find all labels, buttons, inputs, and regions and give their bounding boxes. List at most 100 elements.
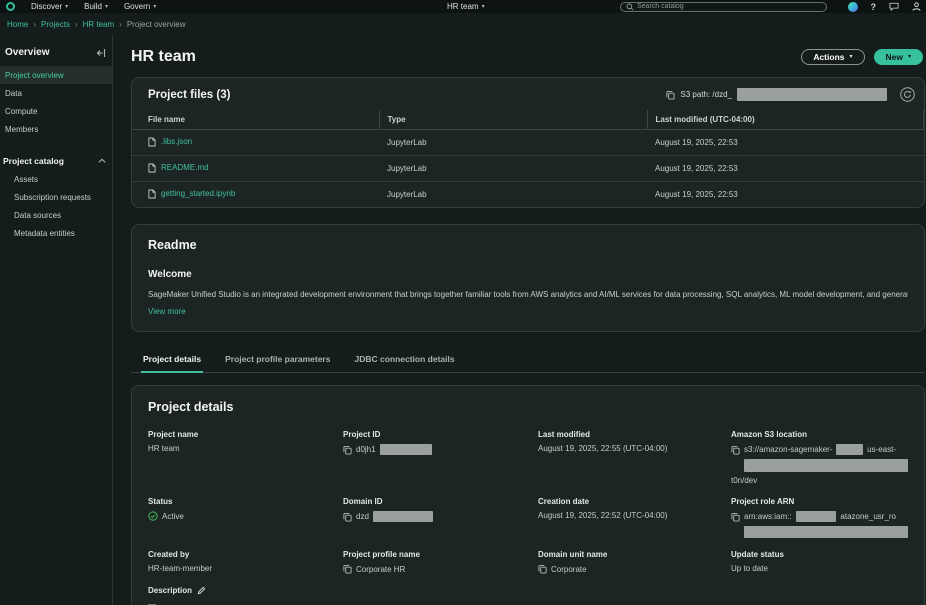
- sidebar-item-data[interactable]: Data: [0, 84, 112, 102]
- actions-button[interactable]: Actions ▾: [801, 49, 865, 65]
- field-s3-location: Amazon S3 location s3://amazon-sagemaker…: [731, 430, 908, 485]
- field-project-profile-name: Project profile name Corporate HR: [343, 550, 420, 574]
- field-update-status: Update status Up to date: [731, 550, 784, 573]
- app-window: Discover ▾ Build ▾ Govern ▾ HR team ▾ Se…: [0, 0, 926, 605]
- top-navigation-bar: Discover ▾ Build ▾ Govern ▾ HR team ▾ Se…: [0, 0, 926, 13]
- field-domain-id: Domain ID dzd: [343, 497, 538, 538]
- project-details-title: Project details: [148, 400, 234, 414]
- breadcrumb-current: Project overview: [126, 19, 186, 29]
- field-project-id: Project ID d0jh1: [343, 430, 538, 485]
- field-description: Description —: [148, 586, 343, 605]
- sidebar-item-compute[interactable]: Compute: [0, 102, 112, 120]
- column-header-type[interactable]: Type: [378, 110, 647, 130]
- breadcrumb-projects[interactable]: Projects: [41, 20, 70, 29]
- tab-project-profile-parameters[interactable]: Project profile parameters: [213, 348, 342, 372]
- sidebar-item-subscription-requests[interactable]: Subscription requests: [0, 188, 112, 206]
- sidebar-item-project-overview[interactable]: Project overview: [0, 66, 112, 84]
- page-title: HR team: [131, 48, 196, 65]
- s3-path-label: S3 path: /dzd_: [680, 90, 732, 99]
- sidebar: Overview Project overview Data Compute M…: [0, 35, 113, 605]
- menu-govern[interactable]: Govern ▾: [124, 2, 156, 11]
- file-type: JupyterLab: [379, 155, 647, 182]
- copy-s3-location-icon[interactable]: [731, 445, 740, 455]
- redacted-value: [744, 526, 908, 538]
- column-header-file-name[interactable]: File name: [132, 110, 379, 130]
- file-modified: August 19, 2025, 22:53: [647, 181, 924, 207]
- field-last-modified: Last modified August 19, 2025, 22:55 (UT…: [538, 430, 668, 453]
- status-active-icon: [148, 511, 158, 521]
- app-logo-icon[interactable]: [6, 2, 15, 11]
- status-badge: Active: [162, 511, 184, 521]
- details-tabs: Project details Project profile paramete…: [131, 348, 925, 373]
- redacted-value: [737, 88, 887, 101]
- edit-description-icon[interactable]: [197, 586, 206, 595]
- field-status: Status Active: [148, 497, 184, 521]
- breadcrumb: Home › Projects › HR team › Project over…: [0, 13, 926, 35]
- column-header-last-modified[interactable]: Last modified (UTC-04:00): [646, 110, 924, 130]
- new-button[interactable]: New ▾: [873, 49, 923, 65]
- refresh-button[interactable]: [900, 87, 915, 102]
- chevron-right-icon: ›: [33, 19, 37, 29]
- sidebar-item-metadata-entities[interactable]: Metadata entities: [0, 224, 112, 242]
- redacted-value: [379, 444, 432, 455]
- chevron-down-icon: ▾: [481, 3, 485, 10]
- field-domain-unit-name: Domain unit name Corporate: [538, 550, 608, 574]
- copy-domain-unit-icon[interactable]: [538, 564, 547, 574]
- project-files-title: Project files (3): [148, 88, 231, 101]
- readme-title: Readme: [148, 238, 197, 252]
- breadcrumb-hr-team[interactable]: HR team: [83, 20, 115, 29]
- table-row: .libs.json JupyterLab August 19, 2025, 2…: [132, 130, 924, 156]
- sidebar-item-members[interactable]: Members: [0, 120, 112, 138]
- help-icon[interactable]: ?: [871, 2, 877, 12]
- main-content: HR team Actions ▾ New ▾ Project files (3…: [113, 35, 926, 605]
- file-icon: [148, 189, 156, 199]
- project-files-table: File name Type Last modified (UTC-04:00)…: [132, 110, 924, 207]
- copy-domain-id-icon[interactable]: [343, 512, 352, 522]
- view-more-link[interactable]: View more: [148, 307, 186, 316]
- feedback-icon[interactable]: [889, 2, 899, 11]
- table-row: README.md JupyterLab August 19, 2025, 22…: [132, 155, 924, 182]
- redacted-value: [372, 511, 433, 522]
- readme-card: Readme Welcome SageMaker Unified Studio …: [131, 224, 925, 332]
- chevron-down-icon: ▾: [104, 3, 108, 10]
- copy-profile-name-icon[interactable]: [343, 564, 352, 574]
- amazon-q-icon[interactable]: [847, 1, 858, 12]
- sidebar-section-project-catalog[interactable]: Project catalog: [0, 152, 112, 170]
- file-modified: August 19, 2025, 22:53: [655, 138, 738, 147]
- table-row: getting_started.ipynb JupyterLab August …: [132, 181, 924, 207]
- file-icon: [148, 137, 156, 147]
- file-type: JupyterLab: [379, 181, 647, 207]
- field-project-role-arn: Project role ARN arn:aws:iam:: atazone_us…: [731, 497, 908, 538]
- menu-build-label: Build: [84, 2, 102, 11]
- file-link[interactable]: .libs.json: [148, 137, 192, 147]
- sidebar-item-assets[interactable]: Assets: [0, 170, 112, 188]
- menu-discover-label: Discover: [31, 2, 63, 11]
- copy-s3-path-icon[interactable]: [666, 90, 675, 100]
- menu-build[interactable]: Build ▾: [84, 2, 108, 11]
- readme-heading: Welcome: [148, 269, 192, 280]
- project-files-card: Project files (3) S3 path: /dzd_ File na…: [131, 77, 925, 208]
- file-link[interactable]: getting_started.ipynb: [148, 189, 235, 199]
- new-button-label: New: [885, 52, 903, 62]
- chevron-down-icon: ▾: [907, 54, 911, 60]
- file-type: JupyterLab: [387, 138, 427, 147]
- file-link[interactable]: README.md: [148, 163, 209, 173]
- tab-project-details[interactable]: Project details: [131, 348, 213, 373]
- breadcrumb-home[interactable]: Home: [7, 20, 28, 29]
- project-details-card: Project details Project name HR team Pro…: [131, 385, 925, 605]
- menu-discover[interactable]: Discover ▾: [31, 2, 68, 11]
- field-created-by: Created by HR-team-member: [148, 550, 213, 573]
- project-catalog-label: Project catalog: [3, 156, 64, 166]
- collapse-sidebar-icon[interactable]: [96, 48, 106, 58]
- sidebar-item-data-sources[interactable]: Data sources: [0, 206, 112, 224]
- redacted-value: [836, 444, 864, 455]
- actions-button-label: Actions: [813, 52, 845, 62]
- file-icon: [148, 163, 156, 173]
- tab-jdbc-connection-details[interactable]: JDBC connection details: [342, 348, 466, 372]
- search-input[interactable]: [637, 3, 821, 10]
- project-switcher[interactable]: HR team ▾: [447, 2, 485, 11]
- copy-role-arn-icon[interactable]: [731, 512, 740, 522]
- copy-project-id-icon[interactable]: [343, 445, 352, 455]
- user-profile-icon[interactable]: [912, 2, 921, 11]
- field-creation-date: Creation date August 19, 2025, 22:52 (UT…: [538, 497, 668, 520]
